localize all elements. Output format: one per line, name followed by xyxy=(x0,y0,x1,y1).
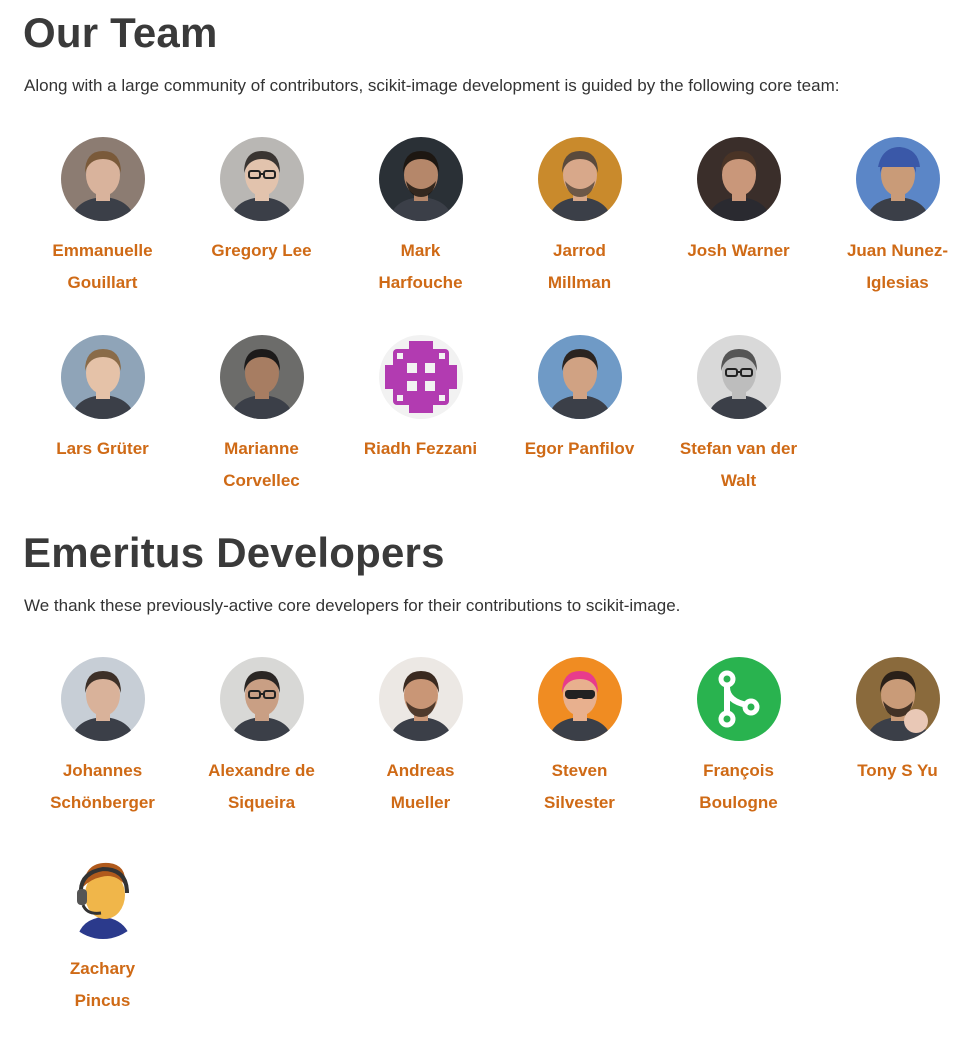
member-card[interactable]: Egor Panfilov xyxy=(500,335,659,533)
member-card[interactable]: Steven Silvester xyxy=(500,657,659,855)
member-name[interactable]: Zachary Pincus xyxy=(43,953,163,1017)
member-name[interactable]: Alexandre de Siqueira xyxy=(202,755,322,819)
member-card[interactable]: Zachary Pincus xyxy=(23,855,182,1053)
avatar[interactable] xyxy=(855,657,940,741)
photo-man-winter-icon xyxy=(60,657,145,741)
member-card[interactable]: François Boulogne xyxy=(659,657,818,855)
photo-man-blond-icon xyxy=(60,335,145,419)
avatar[interactable] xyxy=(60,657,145,741)
member-card[interactable]: Alexandre de Siqueira xyxy=(182,657,341,855)
avatar[interactable] xyxy=(378,335,463,419)
emeritus-heading: Emeritus Developers xyxy=(23,529,445,576)
identicon-icon xyxy=(378,335,463,419)
avatar[interactable] xyxy=(696,137,781,221)
photo-man-forest-icon xyxy=(537,137,622,221)
member-name[interactable]: Steven Silvester xyxy=(520,755,640,819)
avatar[interactable] xyxy=(219,137,304,221)
avatar[interactable] xyxy=(537,137,622,221)
avatar[interactable] xyxy=(60,855,145,939)
cartoon-headset-icon xyxy=(60,855,145,939)
team-heading: Our Team xyxy=(23,9,218,56)
member-name[interactable]: Stefan van der Walt xyxy=(679,433,799,497)
member-name[interactable]: Johannes Schönberger xyxy=(43,755,163,819)
git-branch-icon xyxy=(696,657,781,741)
photo-man-beard-icon xyxy=(378,657,463,741)
page: Our Team Along with a large community of… xyxy=(0,0,966,1032)
member-card[interactable]: Mark Harfouche xyxy=(341,137,500,335)
member-name[interactable]: Emmanuelle Gouillart xyxy=(43,235,163,299)
avatar[interactable] xyxy=(219,335,304,419)
member-name[interactable]: Jarrod Millman xyxy=(520,235,640,299)
photo-man-outdoor-icon xyxy=(537,335,622,419)
team-intro: Along with a large community of contribu… xyxy=(24,76,840,95)
member-card[interactable]: Stefan van der Walt xyxy=(659,335,818,533)
emeritus-row: Zachary Pincus xyxy=(23,855,966,1053)
member-name[interactable]: Lars Grüter xyxy=(43,433,163,465)
avatar[interactable] xyxy=(60,137,145,221)
avatar[interactable] xyxy=(219,657,304,741)
photo-man-cap-icon xyxy=(855,137,940,221)
avatar[interactable] xyxy=(855,137,940,221)
member-card[interactable]: Johannes Schönberger xyxy=(23,657,182,855)
member-card[interactable]: Josh Warner xyxy=(659,137,818,335)
avatar[interactable] xyxy=(696,657,781,741)
photo-man-suit-icon xyxy=(696,137,781,221)
member-name[interactable]: Tony S Yu xyxy=(838,755,958,787)
emeritus-intro: We thank these previously-active core de… xyxy=(24,596,681,615)
member-card[interactable]: Andreas Mueller xyxy=(341,657,500,855)
team-row: Emmanuelle Gouillart Gregory Lee Mark Harf… xyxy=(23,137,966,335)
emeritus-grid: Johannes Schönberger Alexandre de Siqueir… xyxy=(23,657,966,1053)
member-name[interactable]: Marianne Corvellec xyxy=(202,433,322,497)
avatar[interactable] xyxy=(696,335,781,419)
member-name[interactable]: Josh Warner xyxy=(679,235,799,267)
avatar[interactable] xyxy=(378,657,463,741)
avatar[interactable] xyxy=(60,335,145,419)
photo-man-glasses-icon xyxy=(219,137,304,221)
member-card[interactable]: Tony S Yu xyxy=(818,657,966,855)
member-card[interactable]: Lars Grüter xyxy=(23,335,182,533)
member-card[interactable]: Marianne Corvellec xyxy=(182,335,341,533)
avatar[interactable] xyxy=(378,137,463,221)
member-name[interactable]: Juan Nunez-Iglesias xyxy=(838,235,958,299)
photo-man-curly-icon xyxy=(378,137,463,221)
member-card[interactable]: Riadh Fezzani xyxy=(341,335,500,533)
photo-man-bw-icon xyxy=(696,335,781,419)
member-name[interactable]: Egor Panfilov xyxy=(520,433,640,465)
team-row: Lars Grüter Marianne Corvellec Riadh Fezza… xyxy=(23,335,966,533)
photo-man-baby-icon xyxy=(855,657,940,741)
member-name[interactable]: François Boulogne xyxy=(679,755,799,819)
member-name[interactable]: Mark Harfouche xyxy=(361,235,481,299)
photo-man-sunglasses-icon xyxy=(537,657,622,741)
team-grid: Emmanuelle Gouillart Gregory Lee Mark Harf… xyxy=(23,137,966,533)
photo-woman-climbing-icon xyxy=(219,335,304,419)
member-name[interactable]: Riadh Fezzani xyxy=(361,433,481,465)
member-card[interactable]: Gregory Lee xyxy=(182,137,341,335)
photo-man-glasses-icon xyxy=(219,657,304,741)
avatar[interactable] xyxy=(537,335,622,419)
member-card[interactable]: Emmanuelle Gouillart xyxy=(23,137,182,335)
member-name[interactable]: Andreas Mueller xyxy=(361,755,481,819)
member-card[interactable]: Jarrod Millman xyxy=(500,137,659,335)
member-card[interactable]: Juan Nunez-Iglesias xyxy=(818,137,966,335)
emeritus-row: Johannes Schönberger Alexandre de Siqueir… xyxy=(23,657,966,855)
member-name[interactable]: Gregory Lee xyxy=(202,235,322,267)
photo-woman-icon xyxy=(60,137,145,221)
avatar[interactable] xyxy=(537,657,622,741)
